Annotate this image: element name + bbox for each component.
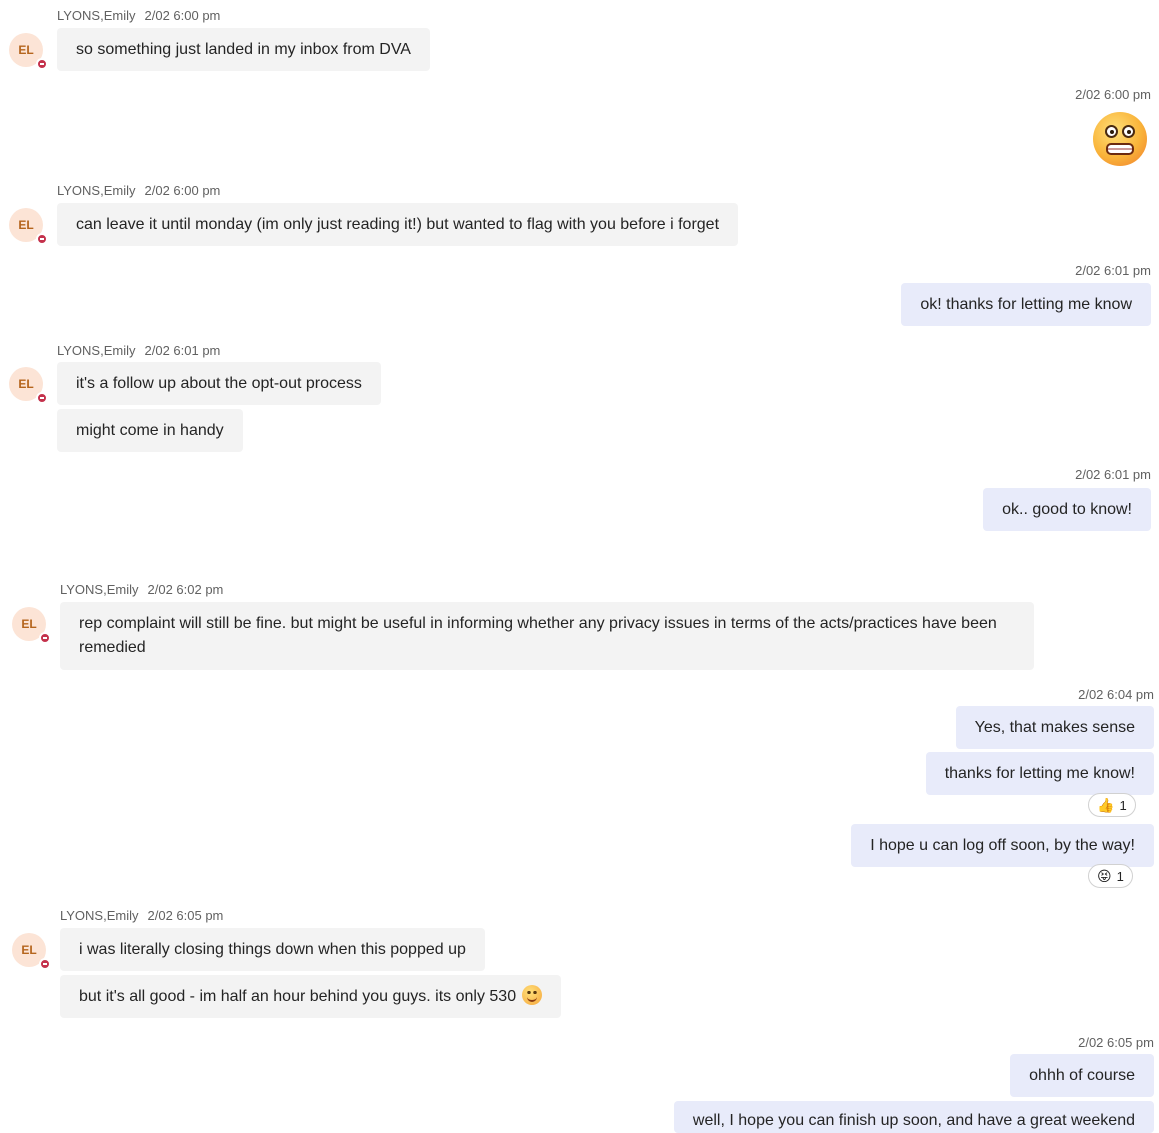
message-text: might come in handy	[76, 422, 224, 439]
thumbs-up-icon: 👍	[1097, 797, 1115, 813]
emoji-eye	[1122, 125, 1135, 138]
outgoing-message[interactable]: ok! thanks for letting me know	[901, 283, 1151, 326]
outgoing-message[interactable]: Yes, that makes sense	[955, 706, 1154, 749]
message-header: LYONS,Emily 2/02 6:00 pm	[57, 183, 220, 199]
outgoing-message[interactable]: ohhh of course	[1010, 1054, 1154, 1097]
reaction-badge[interactable]: 👍 1	[1088, 793, 1136, 817]
presence-dnd-icon	[36, 233, 48, 245]
avatar[interactable]: EL	[12, 607, 51, 644]
message-text: rep complaint will still be fine. but mi…	[79, 615, 997, 656]
outgoing-message[interactable]: well, I hope you can finish up soon, and…	[673, 1101, 1154, 1133]
message-time: 2/02 6:01 pm	[1075, 263, 1151, 278]
presence-dnd-icon	[36, 58, 48, 70]
avatar-initials: EL	[18, 218, 34, 232]
message-text: thanks for letting me know!	[944, 765, 1135, 782]
sender-name: LYONS,Emily	[60, 582, 139, 597]
smiling-face-icon	[522, 985, 543, 1005]
avatar-initials: EL	[18, 43, 34, 57]
message-time: 2/02 6:05 pm	[147, 908, 224, 923]
sender-name: LYONS,Emily	[57, 183, 136, 198]
avatar[interactable]: EL	[9, 208, 48, 245]
emoji-teeth	[1106, 143, 1134, 155]
laughing-face-icon: 😝	[1097, 868, 1112, 884]
sender-name: LYONS,Emily	[60, 908, 139, 923]
incoming-message[interactable]: might come in handy	[57, 409, 243, 452]
message-header: LYONS,Emily 2/02 6:00 pm	[57, 8, 220, 24]
message-header: LYONS,Emily 2/02 6:02 pm	[60, 582, 223, 598]
message-text: so something just landed in my inbox fro…	[76, 41, 411, 58]
presence-dnd-icon	[39, 958, 51, 970]
presence-dnd-icon	[36, 392, 48, 404]
grimacing-face-emoji-icon[interactable]	[1093, 112, 1147, 166]
avatar[interactable]: EL	[9, 33, 48, 70]
message-text: but it's all good - im half an hour behi…	[79, 988, 517, 1005]
outgoing-message[interactable]: thanks for letting me know!	[925, 752, 1154, 795]
message-time: 2/02 6:00 pm	[1075, 87, 1151, 102]
message-time: 2/02 6:04 pm	[1078, 687, 1154, 702]
presence-dnd-icon	[39, 632, 51, 644]
incoming-message[interactable]: but it's all good - im half an hour behi…	[60, 975, 562, 1018]
avatar-initials: EL	[18, 377, 34, 391]
outgoing-message[interactable]: ok.. good to know!	[983, 488, 1151, 531]
emoji-eye	[1105, 125, 1118, 138]
message-text: I hope u can log off soon, by the way!	[870, 837, 1135, 854]
avatar-initials: EL	[21, 617, 37, 631]
message-text: can leave it until monday (im only just …	[76, 216, 720, 233]
incoming-message[interactable]: i was literally closing things down when…	[60, 928, 485, 971]
message-time: 2/02 6:02 pm	[147, 582, 224, 597]
message-time: 2/02 6:00 pm	[144, 183, 221, 198]
avatar-initials: EL	[21, 943, 37, 957]
message-text: Yes, that makes sense	[974, 719, 1135, 736]
reaction-count: 1	[1119, 797, 1127, 813]
message-time: 2/02 6:01 pm	[1075, 467, 1151, 482]
outgoing-message[interactable]: I hope u can log off soon, by the way!	[851, 824, 1154, 867]
message-text: ohhh of course	[1029, 1067, 1135, 1084]
chat-conversation: LYONS,Emily 2/02 6:00 pm EL so something …	[0, 0, 1159, 1133]
incoming-message[interactable]: it's a follow up about the opt-out proce…	[57, 362, 381, 405]
incoming-message[interactable]: so something just landed in my inbox fro…	[57, 28, 430, 71]
message-time: 2/02 6:05 pm	[1078, 1035, 1154, 1050]
incoming-message[interactable]: rep complaint will still be fine. but mi…	[60, 602, 1034, 670]
sender-name: LYONS,Emily	[57, 8, 136, 23]
message-text: well, I hope you can finish up soon, and…	[692, 1112, 1135, 1129]
message-header: LYONS,Emily 2/02 6:05 pm	[60, 908, 223, 924]
message-text: ok! thanks for letting me know	[920, 296, 1132, 313]
reaction-count: 1	[1116, 868, 1124, 884]
message-text: it's a follow up about the opt-out proce…	[76, 375, 362, 392]
avatar[interactable]: EL	[9, 367, 48, 404]
reaction-badge[interactable]: 😝 1	[1088, 864, 1133, 888]
incoming-message[interactable]: can leave it until monday (im only just …	[57, 203, 739, 246]
message-time: 2/02 6:01 pm	[144, 343, 221, 358]
sender-name: LYONS,Emily	[57, 343, 136, 358]
message-time: 2/02 6:00 pm	[144, 8, 221, 23]
message-text: ok.. good to know!	[1002, 501, 1132, 518]
message-text: i was literally closing things down when…	[79, 941, 466, 958]
message-header: LYONS,Emily 2/02 6:01 pm	[57, 343, 220, 359]
avatar[interactable]: EL	[12, 933, 51, 970]
